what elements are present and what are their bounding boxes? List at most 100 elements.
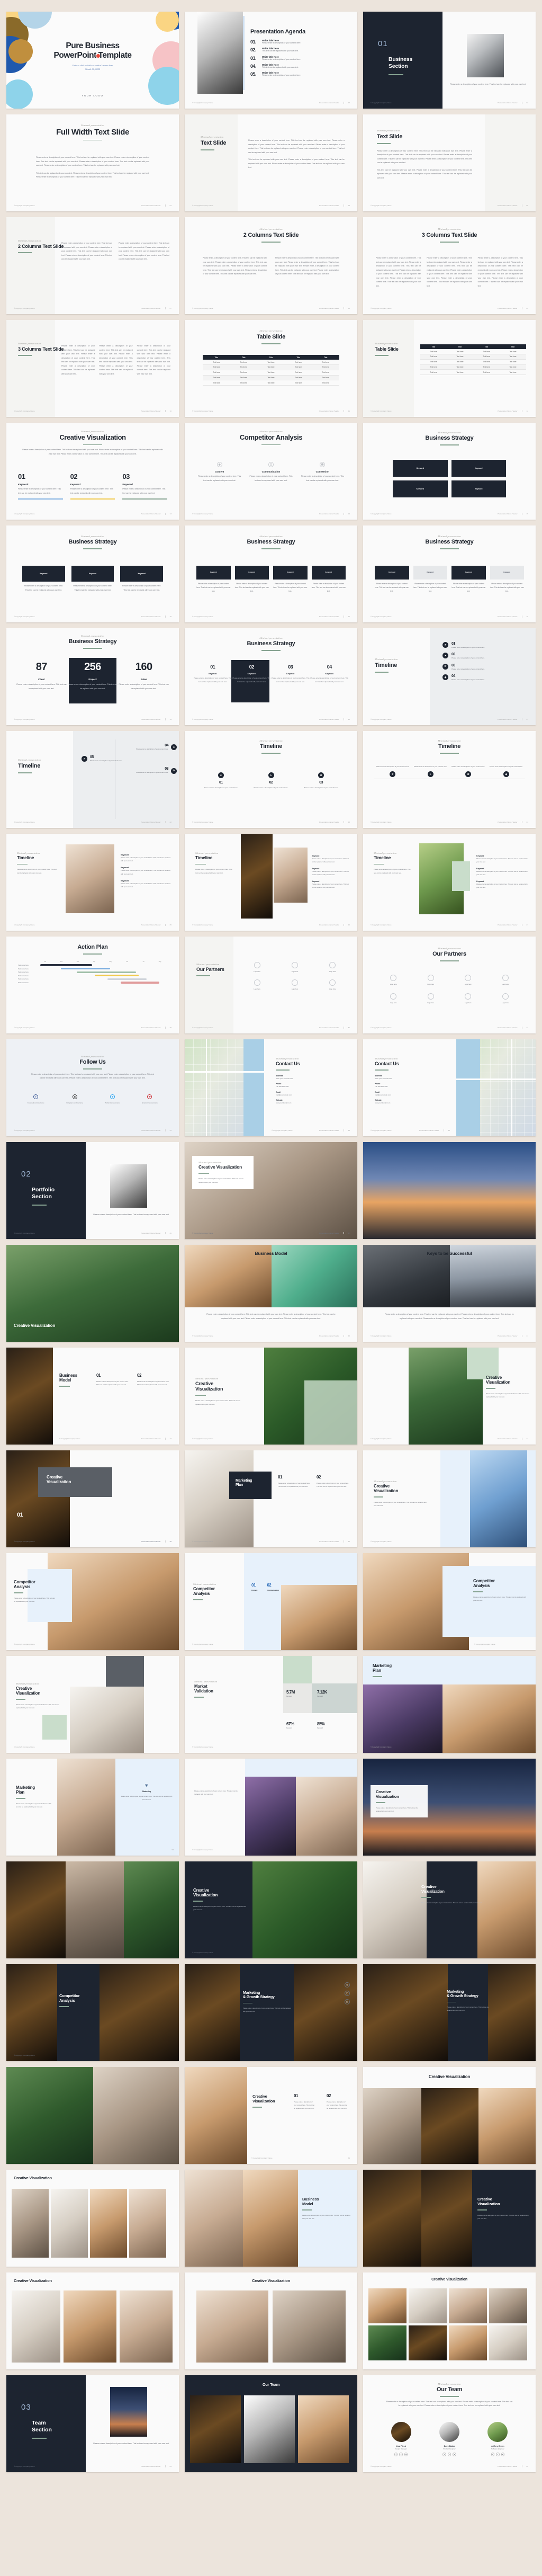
slide-creative-visualization-dark-left[interactable]: Creative Visualization Please enter a de… <box>185 1861 357 1958</box>
slide-creative-visualization-ivy[interactable]: Minimal presentation Creative Visualizat… <box>185 1348 357 1445</box>
slide-our-partners-left[interactable]: Minimal presentation Our Partners Logo h… <box>185 937 357 1033</box>
slide-creative-visualization-dark-photo[interactable]: Creative Visualization <box>6 1245 179 1342</box>
slide-business-strategy-mixed-boxes[interactable]: Minimal presentation Business Strategy K… <box>363 525 536 622</box>
slide-title[interactable]: Pure Business PowerPoint Template Enter … <box>6 12 179 109</box>
slide-creative-visualization-grid-4[interactable]: Creative Visualization <box>6 2170 179 2267</box>
slide-team-section[interactable]: 03 Team Section Please enter a descripti… <box>6 2375 179 2472</box>
slide-timeline-right-circles[interactable]: Minimal presentation Timeline ★ 01 Please … <box>363 628 536 725</box>
slide-business-model-blue[interactable]: Business Model Please enter a descriptio… <box>185 2170 357 2267</box>
instagram-icon[interactable]: ◙ <box>404 2453 408 2456</box>
slide-table-left-title[interactable]: Minimal presentation Table Slide Title T… <box>363 320 536 417</box>
slide-marketing-plan-card[interactable]: Marketing Plan Please enter a descriptio… <box>6 1759 179 1856</box>
slide-creative-visualization-trio[interactable]: Creative Visualization <box>6 2272 179 2369</box>
slide-competitor-analysis-photo-left[interactable]: Competitor Analysis Please enter a descr… <box>6 1553 179 1650</box>
slide-our-team-dark[interactable]: Our Team <box>185 2375 357 2472</box>
slide-creative-visualization-photo-row[interactable]: Creative Visualization <box>363 2067 536 2164</box>
slide-three-columns-left-title[interactable]: Minimal presentation 3 Columns Text Slid… <box>6 320 179 417</box>
slide-creative-visualization-mosaic[interactable]: Creative Visualization <box>363 2272 536 2369</box>
stat-value: 160 <box>135 661 152 673</box>
slide-table-centered[interactable]: Minimal presentation Table Slide Title T… <box>185 320 357 417</box>
title-line-2: PowerPoint Template <box>53 51 132 60</box>
body-text: Please enter a description of your conte… <box>16 1802 51 1808</box>
slide-timeline-photo-1[interactable]: Minimal presentation Timeline Please ent… <box>6 834 179 931</box>
slide-dark-photo-collage-1[interactable] <box>6 1861 179 1958</box>
slide-keys-to-be-successful[interactable]: Keys to be Successful Please enter a des… <box>363 1245 536 1342</box>
slide-creative-visualization-three[interactable]: Minimal presentation Creative Visualizat… <box>6 423 179 520</box>
slide-creative-visualization-green-block[interactable]: Creative Visualization Please enter a de… <box>363 1348 536 1445</box>
footer-copyright: © Copyright Company Name <box>192 204 213 207</box>
slide-business-model-green[interactable]: Business Model Please enter a descriptio… <box>185 1245 357 1342</box>
slide-timeline-photo-3[interactable]: Minimal presentation Timeline Please ent… <box>363 834 536 931</box>
slide-business-strategy-steps[interactable]: Minimal presentation Business Strategy 0… <box>185 628 357 725</box>
slide-contact-us-map-right[interactable]: Minimal presentation Contact Us Address E… <box>363 1039 536 1136</box>
slide-market-validation[interactable]: Minimal presentation Market Validation 5… <box>185 1656 357 1753</box>
slide-timeline-zigzag[interactable]: Minimal presentation Timeline 04 Please e… <box>6 731 179 828</box>
slide-creative-visualization-split-photos[interactable]: Please enter a description of your conte… <box>185 1759 357 1856</box>
slide-creative-visualization-numbers[interactable]: Creative Visualization 01 Please enter a … <box>185 2067 357 2164</box>
slide-action-plan[interactable]: Action Plan Jan Feb Mar Apr May Jun Jul … <box>6 937 179 1033</box>
map-image[interactable] <box>456 1039 536 1136</box>
slide-creative-visualization-dark-overlay[interactable]: Creative Visualization Please enter a de… <box>363 1861 536 1958</box>
slide-business-strategy-four-boxes[interactable]: Minimal presentation Business Strategy K… <box>185 525 357 622</box>
slide-our-team-avatars[interactable]: Minimal presentation Our Team Please ent… <box>363 2375 536 2472</box>
footer-name: Presentation Name Header <box>498 2465 518 2467</box>
slide-competitor-analysis-icons[interactable]: Minimal presentation Competitor Analysis… <box>185 423 357 520</box>
step-label: Keyword <box>247 673 256 675</box>
twitter-icon[interactable]: t <box>496 2453 500 2456</box>
footer-page: 34 <box>343 1129 350 1131</box>
footer-page: 20 <box>343 718 350 720</box>
slide-competitor-analysis-steps[interactable]: Minimal presentation Competitor Analysis… <box>185 1553 357 1650</box>
slide-portfolio-section[interactable]: 02 Portfolio Section Please enter a desc… <box>6 1142 179 1239</box>
twitter-icon[interactable]: t <box>399 2453 403 2456</box>
slide-text-right[interactable]: Minimal presentation Text Slide Please e… <box>363 114 536 211</box>
slide-creative-visualization-sunset[interactable]: Creative Visualization Please enter a de… <box>363 1759 536 1856</box>
slide-marketing-plan-photo[interactable]: Marketing Plan © Copyright Company Name <box>363 1656 536 1753</box>
slide-photo-duo-1[interactable] <box>6 2067 179 2164</box>
twitter-icon[interactable]: t <box>447 2453 451 2456</box>
slide-full-width-text[interactable]: Minimal presentation Full Width Text Sli… <box>6 114 179 211</box>
facebook-icon[interactable]: f <box>33 1094 39 1099</box>
slide-creative-visualization-photo-overlay[interactable]: Minimal presentation Creative Visualizat… <box>185 1142 357 1239</box>
section-number: 03 <box>21 2403 31 2412</box>
facebook-icon[interactable]: f <box>442 2453 446 2456</box>
chat-icon: ◻ <box>345 1991 350 1996</box>
slide-business-model-columns[interactable]: Business Model 01 Please enter a descript… <box>6 1348 179 1445</box>
footer-copyright: © Copyright Company Name <box>192 1643 213 1645</box>
slide-creative-visualization-dark-right[interactable]: Creative Visualization Please enter a de… <box>363 2170 536 2267</box>
slide-competitor-analysis-dark[interactable]: Competitor Analysis © Copyright Company … <box>6 1964 179 2061</box>
slide-three-columns-centered[interactable]: Minimal presentation 3 Columns Text Slid… <box>363 217 536 314</box>
slide-presentation-agenda[interactable]: Presentation Agenda 01. Write title here P… <box>185 12 357 109</box>
facebook-icon[interactable]: f <box>491 2453 495 2456</box>
twitter-icon[interactable]: t <box>110 1094 115 1099</box>
facebook-icon[interactable]: f <box>394 2453 398 2456</box>
slide-competitor-analysis-photo-right[interactable]: Competitor Analysis Please enter a descr… <box>363 1553 536 1650</box>
slide-marketing-growth-strategy[interactable]: Marketing & Growth Strategy Please enter… <box>185 1964 357 2061</box>
map-image[interactable] <box>185 1039 264 1136</box>
slide-creative-visualization-swatches[interactable]: Minimal presentation Creative Visualizat… <box>6 1656 179 1753</box>
instagram-icon[interactable]: ◙ <box>72 1094 77 1099</box>
slide-marketing-plan-columns[interactable]: Marketing Plan 01 Please enter a descript… <box>185 1450 357 1547</box>
instagram-icon[interactable]: ◙ <box>453 2453 456 2456</box>
slide-business-strategy-three-boxes[interactable]: Minimal presentation Business Strategy K… <box>6 525 179 622</box>
pinterest-icon[interactable]: P <box>147 1094 152 1099</box>
slide-two-columns-left-title[interactable]: Minimal presentation 2 Columns Text Slid… <box>6 217 179 314</box>
footer-name: Presentation Name Header <box>319 1335 339 1337</box>
slide-our-partners-centered[interactable]: Minimal presentation Our Partners Logo h… <box>363 937 536 1033</box>
slide-text-split[interactable]: Minimal presentation Text Slide Please e… <box>185 114 357 211</box>
slide-creative-visualization-pair[interactable]: Creative Visualization <box>185 2272 357 2369</box>
slide-business-section[interactable]: 01 Business Section Please enter a descr… <box>363 12 536 109</box>
slide-creative-visualization-dark-panel[interactable]: Creative Visualization 01 © Copyright Co… <box>6 1450 179 1547</box>
slide-contact-us-map-left[interactable]: Minimal presentation Contact Us Address E… <box>185 1039 357 1136</box>
slide-creative-visualization-blue[interactable]: Minimal presentation Creative Visualizat… <box>363 1450 536 1547</box>
slide-timeline-horizontal[interactable]: Minimal presentation Timeline Please ent… <box>363 731 536 828</box>
slide-two-columns-centered[interactable]: Minimal presentation 2 Columns Text Slid… <box>185 217 357 314</box>
slide-timeline-centered-three[interactable]: Minimal presentation Timeline ★ 01 Please … <box>185 731 357 828</box>
instagram-icon[interactable]: ◙ <box>501 2453 505 2456</box>
slide-timeline-photo-2[interactable]: Minimal presentation Timeline Please ent… <box>185 834 357 931</box>
slide-follow-us[interactable]: Minimal presentation Follow Us Please en… <box>6 1039 179 1136</box>
slide-marketing-growth-strategy-alt[interactable]: Marketing & Growth Strategy Please enter… <box>363 1964 536 2061</box>
slide-full-bleed-photo-1[interactable] <box>363 1142 536 1239</box>
slide-business-strategy-stats[interactable]: Minimal presentation Business Strategy 8… <box>6 628 179 725</box>
slide-business-strategy-chips-dark[interactable]: Minimal presentation Business Strategy K… <box>363 423 536 520</box>
column-3: Please enter a description of your conte… <box>477 257 523 287</box>
